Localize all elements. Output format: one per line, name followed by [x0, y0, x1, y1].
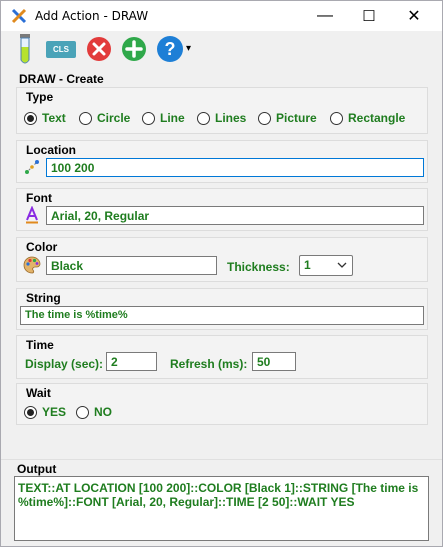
- color-label: Color: [26, 240, 58, 254]
- radio-rectangle[interactable]: Rectangle: [330, 111, 405, 125]
- radio-circle: [197, 111, 210, 125]
- wait-label: Wait: [26, 386, 51, 400]
- color-input[interactable]: Black: [46, 256, 217, 275]
- radio-label: Text: [42, 111, 66, 125]
- font-group: Font Arial, 20, Regular: [16, 188, 428, 231]
- location-input[interactable]: 100 200: [46, 158, 424, 177]
- refresh-ms-label: Refresh (ms):: [170, 357, 248, 371]
- display-sec-input[interactable]: 2: [106, 352, 157, 371]
- location-picker-icon[interactable]: [24, 159, 40, 175]
- output-textarea[interactable]: TEXT::AT LOCATION [100 200]::COLOR [Blac…: [14, 476, 429, 541]
- radio-circle: [76, 405, 89, 419]
- section-title: DRAW - Create: [19, 72, 104, 86]
- output-label: Output: [17, 462, 57, 476]
- radio-line[interactable]: Line: [142, 111, 185, 125]
- help-icon: ?: [164, 38, 176, 59]
- string-input[interactable]: The time is %time%: [20, 306, 424, 325]
- font-input[interactable]: Arial, 20, Regular: [46, 206, 424, 225]
- app-icon: [11, 8, 27, 24]
- radio-circle: [258, 111, 271, 125]
- string-group: String The time is %time%: [16, 288, 428, 330]
- thickness-select[interactable]: 1: [299, 255, 353, 276]
- location-group: Location 100 200: [16, 140, 428, 183]
- close-icon: ✕: [407, 8, 421, 25]
- cls-button[interactable]: CLS: [46, 41, 76, 58]
- radio-picture[interactable]: Picture: [258, 111, 317, 125]
- maximize-icon: ☐: [362, 8, 376, 25]
- radio-lines[interactable]: Lines: [197, 111, 246, 125]
- title-bar: Add Action - DRAW — ☐ ✕: [1, 1, 442, 31]
- thickness-value: 1: [304, 258, 311, 272]
- radio-wait-yes[interactable]: YES: [24, 405, 66, 419]
- divider: [1, 459, 442, 460]
- add-action-window: Add Action - DRAW — ☐ ✕ CLS ? ▾ DRAW - C…: [0, 0, 443, 547]
- maximize-button[interactable]: ☐: [346, 1, 392, 31]
- radio-circle-shape[interactable]: Circle: [79, 111, 130, 125]
- radio-circle: [142, 111, 155, 125]
- cls-label: CLS: [53, 45, 69, 54]
- font-picker-icon[interactable]: [25, 206, 39, 224]
- type-group: Type Text Circle Line Lines Picture Rect…: [16, 87, 428, 134]
- time-label: Time: [26, 338, 54, 352]
- minimize-icon: —: [317, 7, 333, 24]
- radio-circle: [24, 405, 37, 419]
- string-label: String: [26, 291, 61, 305]
- radio-text[interactable]: Text: [24, 111, 66, 125]
- test-tube-icon[interactable]: [17, 33, 33, 67]
- thickness-label: Thickness:: [227, 260, 290, 274]
- radio-label: NO: [94, 405, 112, 419]
- add-button[interactable]: [121, 36, 147, 62]
- refresh-ms-input[interactable]: 50: [252, 352, 296, 371]
- color-group: Color Black Thickness: 1: [16, 237, 428, 282]
- help-button[interactable]: ?: [157, 36, 183, 62]
- window-title: Add Action - DRAW: [35, 9, 149, 23]
- location-label: Location: [26, 143, 76, 157]
- radio-circle: [330, 111, 343, 125]
- delete-button[interactable]: [86, 36, 112, 62]
- radio-label: Line: [160, 111, 185, 125]
- wait-group: Wait YES NO: [16, 383, 428, 425]
- radio-label: Picture: [276, 111, 317, 125]
- radio-label: YES: [42, 405, 67, 419]
- radio-circle: [24, 111, 37, 125]
- toolbar: CLS ? ▾: [1, 31, 442, 71]
- radio-label: Lines: [215, 111, 247, 125]
- minimize-button[interactable]: —: [302, 1, 348, 31]
- close-window-button[interactable]: ✕: [391, 1, 437, 31]
- radio-label: Rectangle: [348, 111, 406, 125]
- color-palette-icon[interactable]: [23, 256, 41, 274]
- radio-circle: [79, 111, 92, 125]
- display-sec-label: Display (sec):: [25, 357, 104, 371]
- type-label: Type: [26, 90, 54, 104]
- radio-wait-no[interactable]: NO: [76, 405, 112, 419]
- chevron-down-icon: [337, 262, 347, 268]
- font-label: Font: [26, 191, 52, 205]
- help-dropdown-arrow[interactable]: ▾: [186, 43, 191, 54]
- time-group: Time Display (sec): 2 Refresh (ms): 50: [16, 335, 428, 379]
- radio-label: Circle: [97, 111, 131, 125]
